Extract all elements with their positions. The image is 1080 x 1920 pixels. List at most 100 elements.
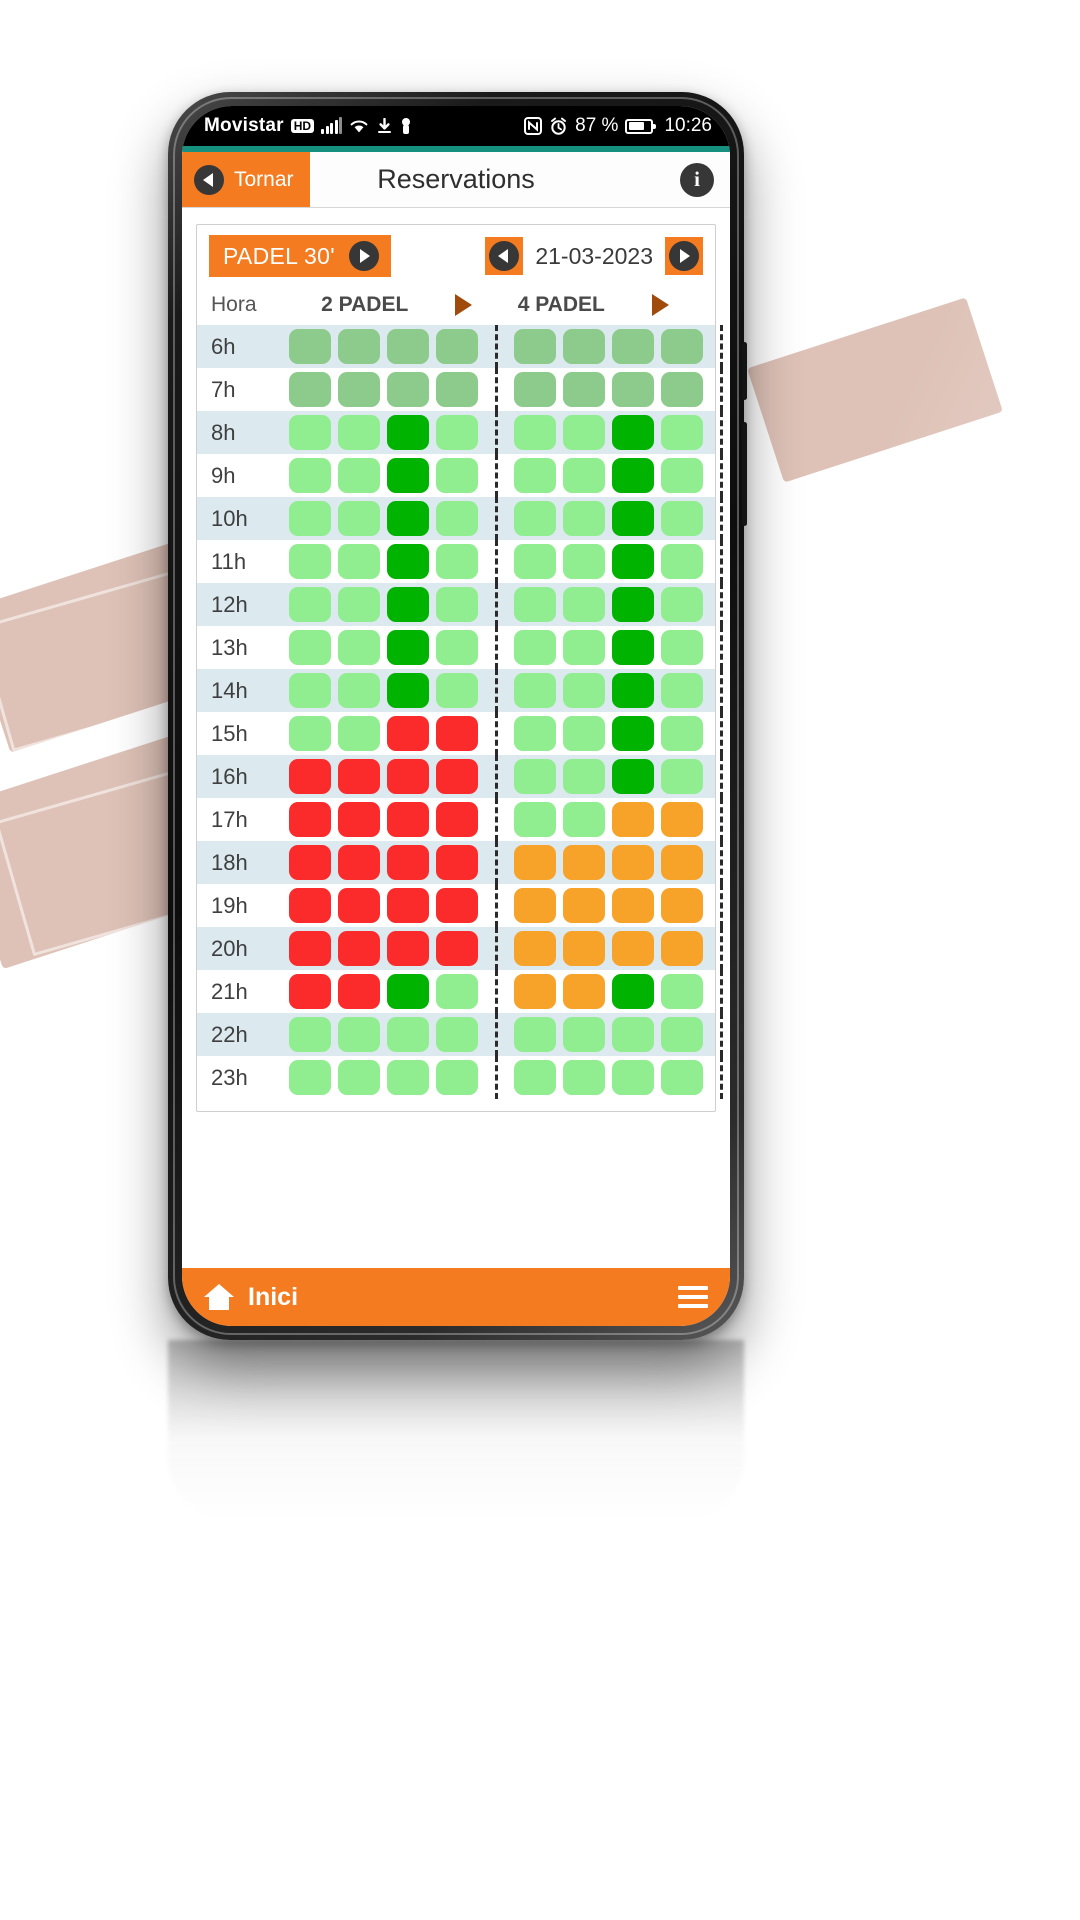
slot-cell[interactable] [612,372,654,407]
slot-cell[interactable] [436,974,478,1009]
slot-cell[interactable] [436,802,478,837]
slot-cell[interactable] [338,329,380,364]
slot-cell[interactable] [338,888,380,923]
slot-cell[interactable] [514,716,556,751]
slot-cell[interactable] [612,458,654,493]
slot-cell[interactable] [563,1017,605,1052]
sport-selector[interactable]: PADEL 30' [209,235,391,277]
info-button[interactable]: i [680,152,730,207]
slot-cell[interactable] [661,372,703,407]
slot-cell[interactable] [436,759,478,794]
slot-cell[interactable] [612,587,654,622]
slot-cell[interactable] [289,415,331,450]
slot-cell[interactable] [338,931,380,966]
slot-cell[interactable] [387,845,429,880]
column-expand-icon[interactable] [651,294,669,316]
slot-cell[interactable] [338,415,380,450]
next-day-button[interactable] [665,237,703,275]
slot-cell[interactable] [612,716,654,751]
slot-cell[interactable] [563,845,605,880]
slot-cell[interactable] [563,759,605,794]
slot-cell[interactable] [387,1060,429,1095]
slot-cell[interactable] [387,587,429,622]
slot-cell[interactable] [514,544,556,579]
slot-cell[interactable] [338,845,380,880]
slot-cell[interactable] [661,716,703,751]
slot-cell[interactable] [612,1060,654,1095]
slot-cell[interactable] [436,716,478,751]
slot-cell[interactable] [436,415,478,450]
slot-cell[interactable] [289,845,331,880]
slot-cell[interactable] [289,544,331,579]
slot-cell[interactable] [289,888,331,923]
slot-cell[interactable] [387,329,429,364]
slot-cell[interactable] [661,931,703,966]
slot-cell[interactable] [514,1017,556,1052]
power-button[interactable] [742,342,747,400]
slot-cell[interactable] [387,931,429,966]
slot-cell[interactable] [436,544,478,579]
slot-cell[interactable] [387,716,429,751]
slot-cell[interactable] [661,458,703,493]
slot-cell[interactable] [436,1017,478,1052]
slot-cell[interactable] [612,802,654,837]
slot-cell[interactable] [338,673,380,708]
slot-cell[interactable] [612,630,654,665]
slot-cell[interactable] [436,845,478,880]
slot-cell[interactable] [338,501,380,536]
slot-cell[interactable] [563,673,605,708]
slot-cell[interactable] [387,372,429,407]
slot-cell[interactable] [563,716,605,751]
slot-cell[interactable] [289,759,331,794]
slot-cell[interactable] [661,544,703,579]
slot-cell[interactable] [338,1017,380,1052]
slot-cell[interactable] [514,845,556,880]
slot-cell[interactable] [289,587,331,622]
slot-cell[interactable] [514,630,556,665]
slot-cell[interactable] [387,974,429,1009]
slot-cell[interactable] [612,931,654,966]
slot-cell[interactable] [514,802,556,837]
slot-cell[interactable] [338,630,380,665]
slot-cell[interactable] [563,458,605,493]
slot-cell[interactable] [612,974,654,1009]
slot-cell[interactable] [612,544,654,579]
slot-cell[interactable] [661,329,703,364]
slot-cell[interactable] [661,415,703,450]
slot-cell[interactable] [612,673,654,708]
slot-cell[interactable] [289,329,331,364]
slot-cell[interactable] [514,415,556,450]
slot-cell[interactable] [387,415,429,450]
slot-cell[interactable] [338,544,380,579]
slot-cell[interactable] [563,802,605,837]
slot-cell[interactable] [563,931,605,966]
slot-cell[interactable] [436,587,478,622]
slot-cell[interactable] [661,1017,703,1052]
slot-cell[interactable] [289,802,331,837]
slot-cell[interactable] [661,974,703,1009]
volume-button[interactable] [742,422,747,526]
slot-cell[interactable] [661,673,703,708]
slot-cell[interactable] [612,501,654,536]
slot-cell[interactable] [612,759,654,794]
slot-cell[interactable] [436,888,478,923]
slot-cell[interactable] [436,1060,478,1095]
slot-cell[interactable] [387,544,429,579]
slot-cell[interactable] [514,974,556,1009]
slot-cell[interactable] [338,587,380,622]
slot-cell[interactable] [289,673,331,708]
slot-cell[interactable] [289,372,331,407]
slot-cell[interactable] [563,415,605,450]
back-button[interactable]: Tornar [182,152,310,207]
slot-cell[interactable] [289,1017,331,1052]
slot-cell[interactable] [514,1060,556,1095]
slot-cell[interactable] [338,802,380,837]
slot-cell[interactable] [514,587,556,622]
slot-cell[interactable] [563,888,605,923]
slot-cell[interactable] [289,458,331,493]
slot-cell[interactable] [338,1060,380,1095]
slot-cell[interactable] [563,1060,605,1095]
column-expand-icon[interactable] [455,294,473,316]
slot-cell[interactable] [436,630,478,665]
slot-cell[interactable] [563,630,605,665]
